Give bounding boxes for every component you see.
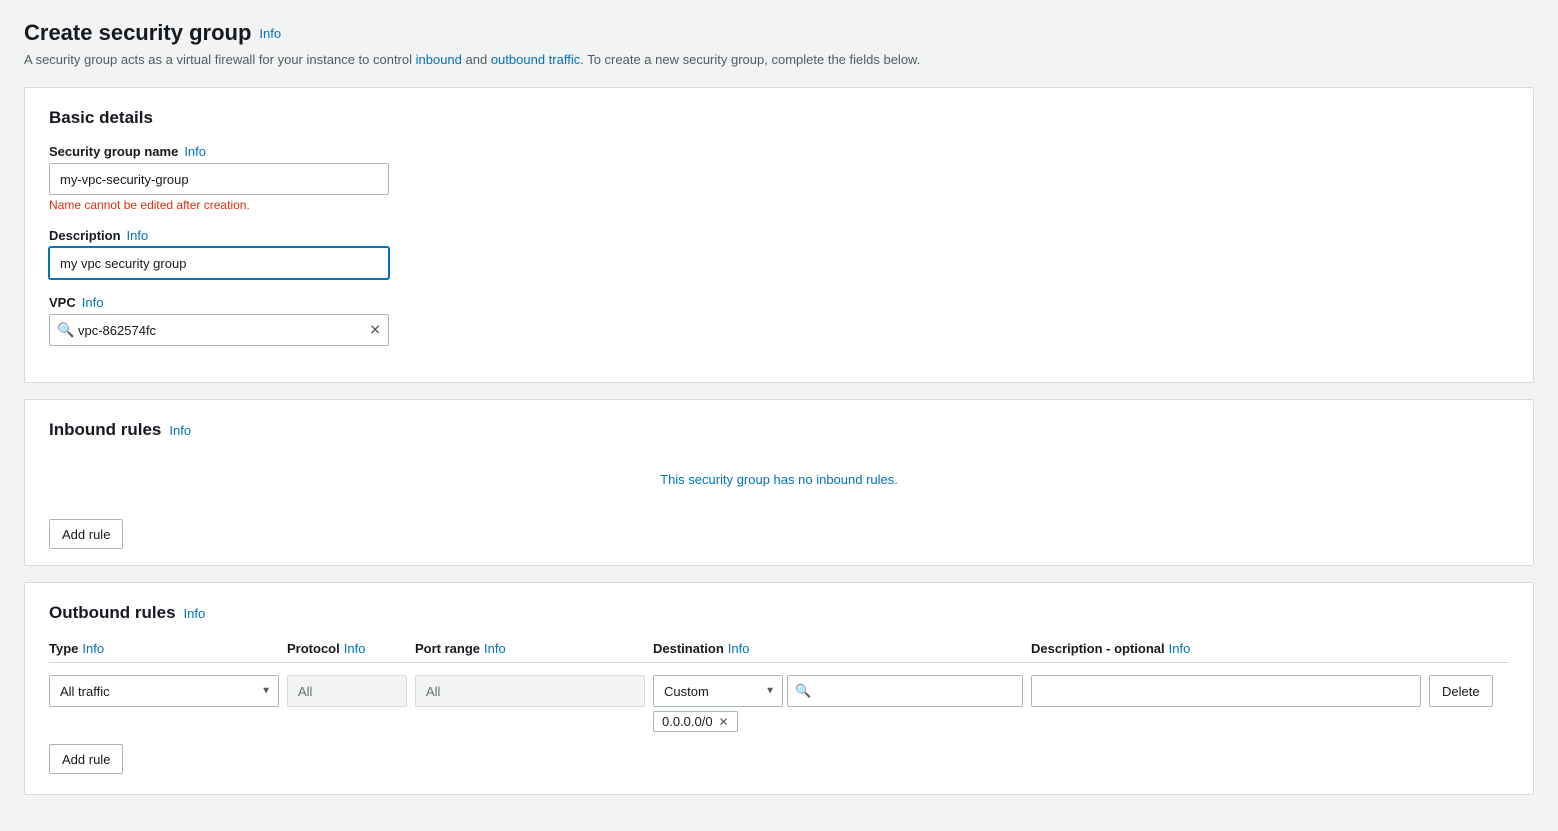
vpc-label: VPC Info bbox=[49, 295, 1509, 310]
destination-tag-pill: 0.0.0.0/0 ✕ bbox=[653, 711, 738, 732]
vpc-search-icon: 🔍 bbox=[57, 322, 74, 339]
destination-row: Custom Anywhere-IPv4 Anywhere-IPv6 My IP… bbox=[653, 675, 1023, 707]
description-field: Description Info bbox=[49, 228, 1509, 279]
vpc-field: VPC Info 🔍 ✕ bbox=[49, 295, 1509, 346]
protocol-cell bbox=[287, 675, 407, 707]
delete-cell: Delete bbox=[1429, 675, 1509, 707]
vpc-input[interactable] bbox=[49, 314, 389, 346]
delete-button[interactable]: Delete bbox=[1429, 675, 1493, 707]
inbound-rules-header: Inbound rules Info bbox=[49, 420, 1509, 440]
outbound-rules-section: Outbound rules Info Type Info Protocol I… bbox=[24, 582, 1534, 795]
col-header-type: Type Info bbox=[49, 641, 279, 656]
description-cell bbox=[1031, 675, 1421, 707]
destination-search-input[interactable] bbox=[787, 675, 1023, 707]
col-header-description: Description - optional Info bbox=[1031, 641, 1421, 656]
inbound-rules-title: Inbound rules bbox=[49, 420, 161, 440]
destination-type-wrapper: Custom Anywhere-IPv4 Anywhere-IPv6 My IP… bbox=[653, 675, 783, 707]
destination-cell: Custom Anywhere-IPv4 Anywhere-IPv6 My IP… bbox=[653, 675, 1023, 732]
destination-tag-close-icon[interactable]: ✕ bbox=[719, 715, 729, 729]
outbound-rules-header: Outbound rules Info bbox=[49, 603, 1509, 623]
security-group-name-field: Security group name Info Name cannot be … bbox=[49, 144, 1509, 212]
destination-tag-value: 0.0.0.0/0 bbox=[662, 714, 713, 729]
basic-details-header: Basic details bbox=[49, 108, 1509, 128]
type-col-info[interactable]: Info bbox=[82, 641, 104, 656]
outbound-link[interactable]: outbound traffic bbox=[491, 52, 580, 67]
destination-search-wrapper: 🔍 bbox=[787, 675, 1023, 707]
description-info[interactable]: Info bbox=[127, 228, 149, 243]
description-optional-input[interactable] bbox=[1031, 675, 1421, 707]
destination-tag-container: 0.0.0.0/0 ✕ bbox=[653, 711, 1023, 732]
description-input[interactable] bbox=[49, 247, 389, 279]
security-group-name-label: Security group name Info bbox=[49, 144, 1509, 159]
protocol-input bbox=[287, 675, 407, 707]
outbound-rules-info[interactable]: Info bbox=[184, 606, 206, 621]
page-subtitle: A security group acts as a virtual firew… bbox=[24, 52, 1534, 67]
name-hint: Name cannot be edited after creation. bbox=[49, 198, 1509, 212]
outbound-rules-title: Outbound rules bbox=[49, 603, 176, 623]
inbound-rules-info[interactable]: Info bbox=[169, 423, 191, 438]
vpc-input-wrapper: 🔍 ✕ bbox=[49, 314, 389, 346]
port-range-input bbox=[415, 675, 645, 707]
basic-details-title: Basic details bbox=[49, 108, 153, 128]
outbound-add-rule-button[interactable]: Add rule bbox=[49, 744, 123, 774]
col-header-destination: Destination Info bbox=[653, 641, 1023, 656]
inbound-rules-section: Inbound rules Info This security group h… bbox=[24, 399, 1534, 566]
type-select-wrapper: All traffic Custom TCP Custom UDP All TC… bbox=[49, 675, 279, 707]
description-label: Description Info bbox=[49, 228, 1509, 243]
protocol-col-info[interactable]: Info bbox=[344, 641, 366, 656]
destination-col-info[interactable]: Info bbox=[728, 641, 750, 656]
port-range-col-info[interactable]: Info bbox=[484, 641, 506, 656]
type-select[interactable]: All traffic Custom TCP Custom UDP All TC… bbox=[49, 675, 279, 707]
col-header-protocol: Protocol Info bbox=[287, 641, 407, 656]
vpc-info[interactable]: Info bbox=[82, 295, 104, 310]
vpc-clear-icon[interactable]: ✕ bbox=[369, 322, 381, 339]
destination-type-select[interactable]: Custom Anywhere-IPv4 Anywhere-IPv6 My IP bbox=[653, 675, 783, 707]
inbound-empty-state: This security group has no inbound rules… bbox=[49, 452, 1509, 507]
page-title: Create security group Info bbox=[24, 20, 1534, 46]
col-header-port-range: Port range Info bbox=[415, 641, 645, 656]
page-title-text: Create security group bbox=[24, 20, 251, 46]
security-group-name-input[interactable] bbox=[49, 163, 389, 195]
security-group-name-info[interactable]: Info bbox=[184, 144, 206, 159]
inbound-link[interactable]: inbound bbox=[416, 52, 462, 67]
description-col-info[interactable]: Info bbox=[1169, 641, 1191, 656]
inbound-add-rule-button[interactable]: Add rule bbox=[49, 519, 123, 549]
page-title-info-link[interactable]: Info bbox=[259, 26, 281, 41]
port-range-cell bbox=[415, 675, 645, 707]
basic-details-section: Basic details Security group name Info N… bbox=[24, 87, 1534, 383]
outbound-table-row: All traffic Custom TCP Custom UDP All TC… bbox=[49, 671, 1509, 736]
col-header-actions bbox=[1429, 641, 1509, 656]
outbound-table-header: Type Info Protocol Info Port range Info … bbox=[49, 635, 1509, 663]
